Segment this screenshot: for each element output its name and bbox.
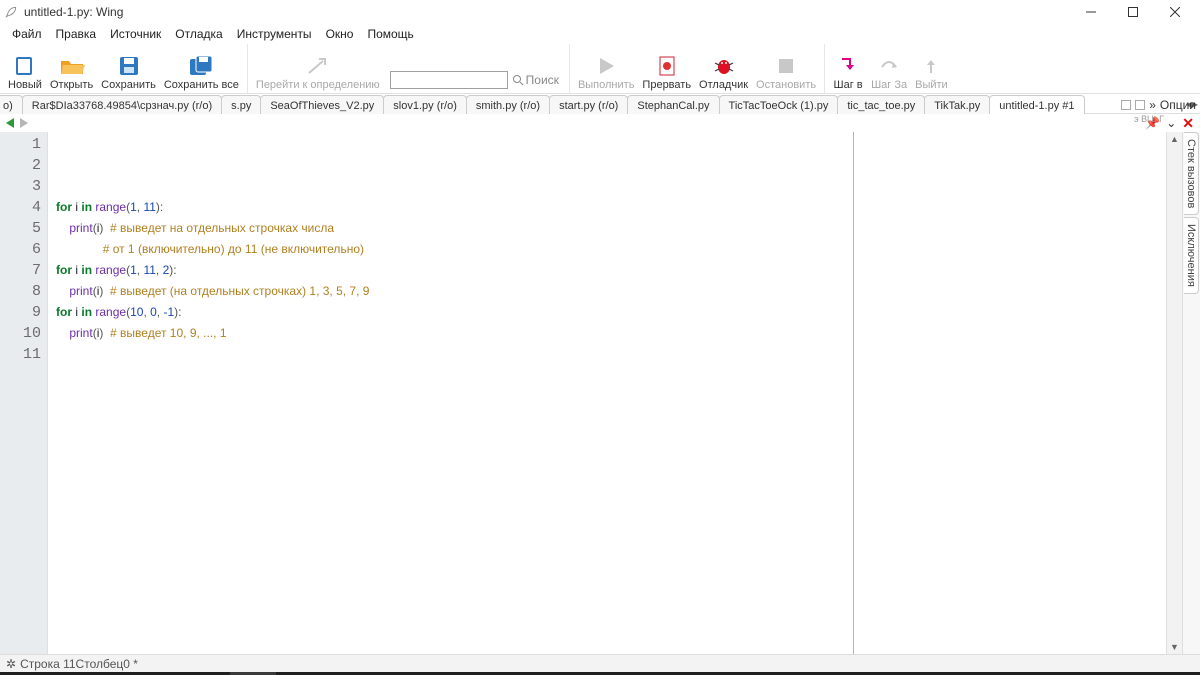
- vertical-scrollbar[interactable]: ▲ ▼: [1166, 132, 1182, 654]
- file-tab[interactable]: start.py (r/o): [549, 95, 628, 114]
- close-button[interactable]: [1154, 0, 1196, 24]
- menu-окно[interactable]: Окно: [320, 26, 360, 42]
- file-tab[interactable]: s.py: [221, 95, 261, 114]
- maximize-button[interactable]: [1112, 0, 1154, 24]
- code-editor[interactable]: for i in range(1, 11): print(i) # выведе…: [48, 132, 1166, 654]
- menu-правка[interactable]: Правка: [50, 26, 103, 42]
- file-tab[interactable]: o): [0, 95, 23, 114]
- line-number: 10: [0, 323, 41, 344]
- menu-инструменты[interactable]: Инструменты: [231, 26, 318, 42]
- nav-back-icon[interactable]: [6, 118, 14, 128]
- side-tab[interactable]: Стек вызовов: [1184, 132, 1199, 215]
- close-tab-icon[interactable]: ✕: [1182, 115, 1194, 132]
- step-in-button[interactable]: Шаг в: [829, 54, 867, 93]
- file-tab[interactable]: Rar$DIa33768.49854\срзнач.py (r/o): [22, 95, 222, 114]
- file-tab[interactable]: tic_tac_toe.py: [837, 95, 925, 114]
- line-number: 4: [0, 197, 41, 218]
- window-titlebar: untitled-1.py: Wing: [0, 0, 1200, 24]
- file-tab[interactable]: smith.py (r/o): [466, 95, 550, 114]
- right-options: » Опции: [1121, 98, 1196, 112]
- debug-button[interactable]: Отладчик: [695, 54, 752, 93]
- panel-toggle-2[interactable]: [1135, 100, 1145, 110]
- options-label[interactable]: Опции: [1160, 98, 1196, 112]
- line-number: 11: [0, 344, 41, 365]
- file-tab[interactable]: StephanCal.py: [627, 95, 719, 114]
- file-tab[interactable]: TikTak.py: [924, 95, 990, 114]
- save-button[interactable]: Сохранить: [97, 54, 160, 93]
- menu-файл[interactable]: Файл: [6, 26, 48, 42]
- line-number: 8: [0, 281, 41, 302]
- line-number: 3: [0, 176, 41, 197]
- status-bug-icon: ✲: [6, 657, 16, 671]
- chevron-down-icon[interactable]: ⌄: [1166, 116, 1176, 130]
- margin-guide: [853, 132, 854, 654]
- file-tab[interactable]: untitled-1.py #1: [989, 95, 1084, 114]
- editor-tabs: o)Rar$DIa33768.49854\срзнач.py (r/o)s.py…: [0, 94, 1200, 114]
- menu-bar: ФайлПравкаИсточникОтладкаИнструментыОкно…: [0, 24, 1200, 44]
- minimize-button[interactable]: [1070, 0, 1112, 24]
- status-bar: ✲ Строка 11Столбец0 *: [0, 654, 1200, 672]
- right-hint: э Bl b Г: [1134, 114, 1164, 124]
- goto-definition-button[interactable]: Перейти к определению: [252, 54, 384, 93]
- panel-toggle-1[interactable]: [1121, 100, 1131, 110]
- window-title: untitled-1.py: Wing: [24, 5, 123, 19]
- line-gutter: 1234567891011: [0, 132, 48, 654]
- line-number: 7: [0, 260, 41, 281]
- side-panel: Стек вызовов Исключения: [1182, 132, 1200, 654]
- scroll-up-icon[interactable]: ▲: [1167, 132, 1182, 146]
- editor-nav-row: 📌 ⌄ ✕: [0, 114, 1200, 132]
- file-tab[interactable]: TicTacToeOck (1).py: [719, 95, 839, 114]
- search-input[interactable]: [390, 71, 508, 89]
- more-icon[interactable]: »: [1149, 98, 1156, 112]
- menu-отладка[interactable]: Отладка: [169, 26, 228, 42]
- stop-button[interactable]: Прервать: [638, 54, 695, 93]
- search-icon[interactable]: [512, 74, 524, 86]
- nav-forward-icon[interactable]: [20, 118, 28, 128]
- scroll-down-icon[interactable]: ▼: [1167, 640, 1182, 654]
- run-button[interactable]: Выполнить: [574, 54, 638, 93]
- editor-main: 1234567891011 for i in range(1, 11): pri…: [0, 132, 1200, 654]
- step-over-button[interactable]: Шаг За: [867, 54, 911, 93]
- save-all-button[interactable]: Сохранить все: [160, 54, 243, 93]
- file-tab[interactable]: slov1.py (r/o): [383, 95, 467, 114]
- status-line-col: Строка 11Столбец0 *: [20, 657, 138, 671]
- toolbar: Новый Открыть Сохранить Сохранить все Пе…: [0, 44, 1200, 94]
- app-icon: [4, 5, 18, 19]
- side-tab[interactable]: Исключения: [1184, 217, 1199, 294]
- line-number: 9: [0, 302, 41, 323]
- new-button[interactable]: Новый: [4, 54, 46, 93]
- halt-button[interactable]: Остановить: [752, 54, 820, 93]
- line-number: 5: [0, 218, 41, 239]
- line-number: 1: [0, 134, 41, 155]
- step-out-button[interactable]: Выйти: [911, 54, 952, 93]
- menu-источник[interactable]: Источник: [104, 26, 167, 42]
- line-number: 6: [0, 239, 41, 260]
- search-group: Поиск: [390, 71, 559, 89]
- file-tab[interactable]: SeaOfThieves_V2.py: [260, 95, 384, 114]
- line-number: 2: [0, 155, 41, 176]
- menu-помощь[interactable]: Помощь: [361, 26, 419, 42]
- open-button[interactable]: Открыть: [46, 54, 97, 93]
